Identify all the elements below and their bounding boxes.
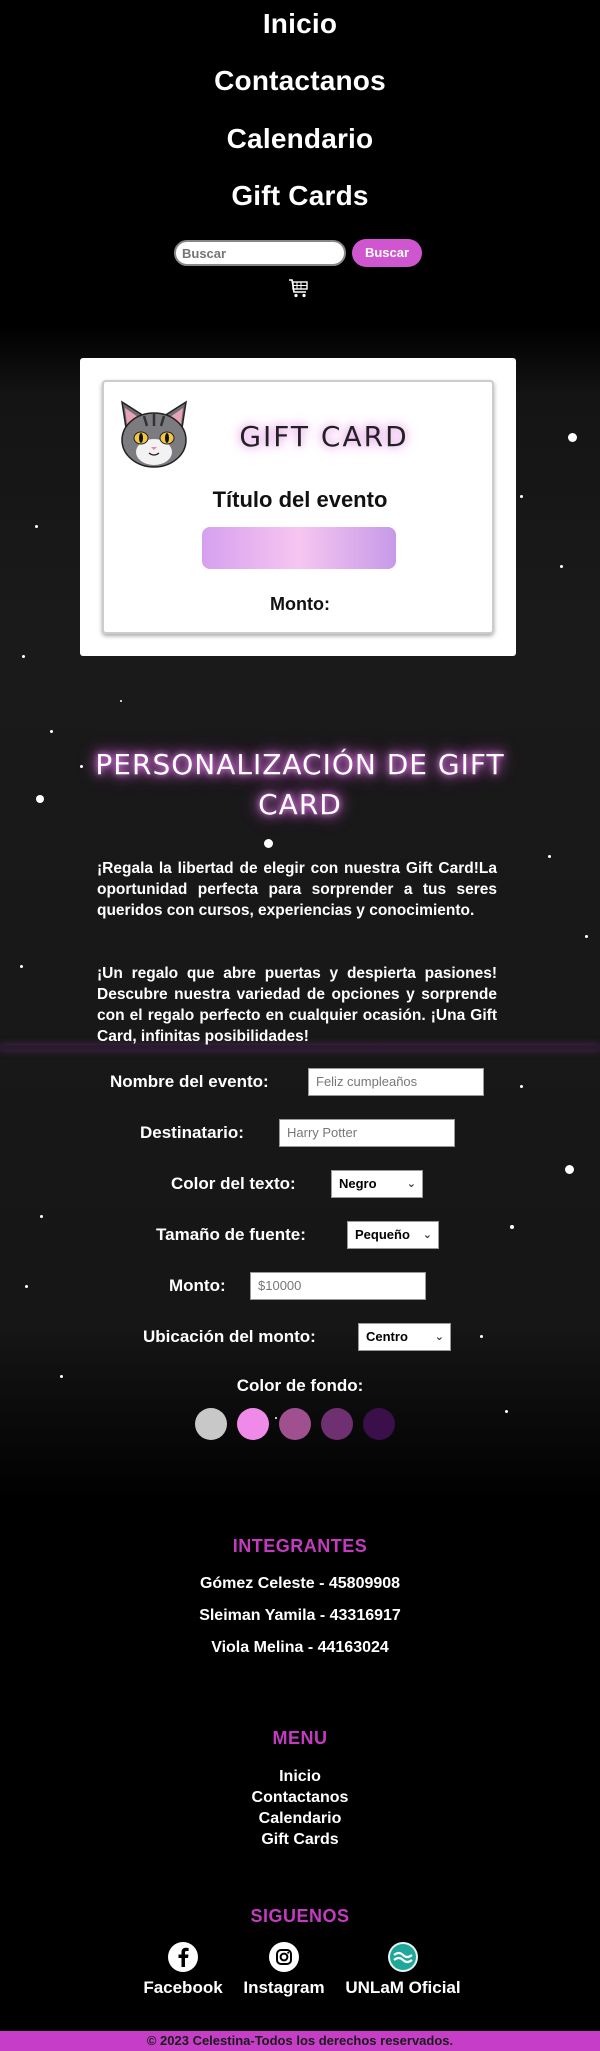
shopping-cart-icon[interactable]	[287, 276, 311, 300]
star	[80, 765, 83, 768]
star	[520, 495, 523, 498]
star	[505, 1410, 508, 1413]
social-instagram[interactable]: Instagram	[238, 1942, 330, 1998]
text-color-select[interactable]: Negro ⌄	[331, 1170, 423, 1198]
instagram-label: Instagram	[243, 1978, 325, 1997]
form-row-recipient: Destinatario: Harry Potter	[0, 1119, 600, 1149]
personalization-title: PERSONALIZACIÓN DE GIFT CARD	[95, 748, 505, 821]
font-size-value: Pequeño	[355, 1227, 410, 1242]
chevron-down-icon: ⌄	[406, 1178, 416, 1190]
gift-card-preview: GIFT CARD Título del evento Monto:	[102, 380, 494, 634]
intro-paragraph-1: ¡Regala la libertad de elegir con nuestr…	[97, 860, 497, 919]
background-color-label: Color de fondo:	[236, 1376, 364, 1395]
form-row-text-color: Color del texto: Negro ⌄	[0, 1170, 600, 1200]
intro-paragraph-2: ¡Un regalo que abre puertas y despierta …	[97, 965, 497, 1045]
facebook-label: Facebook	[143, 1978, 223, 1997]
footer-link-calendario[interactable]: Calendario	[0, 1810, 600, 1828]
form-row-amount-position: Ubicación del monto: Centro ⌄	[0, 1323, 600, 1353]
star	[120, 700, 122, 702]
amount-position-select[interactable]: Centro ⌄	[358, 1323, 451, 1351]
recipient-label: Destinatario:	[140, 1123, 244, 1142]
star	[548, 855, 551, 858]
swatch-grey[interactable]	[195, 1408, 227, 1440]
instagram-icon	[269, 1942, 299, 1972]
nav-link-calendario[interactable]: Calendario	[0, 123, 600, 155]
font-size-label: Tamaño de fuente:	[156, 1225, 306, 1244]
menu-title: MENU	[272, 1728, 328, 1748]
nav-link-inicio[interactable]: Inicio	[0, 8, 600, 40]
star	[35, 525, 38, 528]
members-title: INTEGRANTES	[232, 1536, 368, 1556]
search-input[interactable]	[174, 240, 346, 266]
star	[560, 565, 563, 568]
amount-position-label: Ubicación del monto:	[143, 1327, 316, 1346]
copyright-bar: © 2023 Celestina-Todos los derechos rese…	[0, 2031, 600, 2051]
form-row-event-name: Nombre del evento: Feliz cumpleaños	[0, 1068, 600, 1098]
star	[50, 730, 53, 733]
amount-label-preview: Monto:	[270, 594, 330, 614]
event-name-label: Nombre del evento:	[110, 1072, 269, 1091]
amount-input[interactable]: $10000	[250, 1272, 426, 1300]
swatch-dark-purple[interactable]	[363, 1408, 395, 1440]
member-item: Gómez Celeste - 45809908	[199, 1575, 401, 1592]
event-name-input[interactable]: Feliz cumpleaños	[308, 1068, 484, 1096]
social-unlam[interactable]: UNLaM Oficial	[344, 1942, 462, 1998]
event-title-preview: Título del evento	[212, 487, 388, 512]
swatch-pink[interactable]	[237, 1408, 269, 1440]
footer-link-inicio[interactable]: Inicio	[0, 1768, 600, 1786]
gift-card-preview-container: GIFT CARD Título del evento Monto:	[80, 358, 516, 656]
facebook-icon	[168, 1942, 198, 1972]
form-row-amount: Monto: $10000	[0, 1272, 600, 1302]
star	[20, 965, 23, 968]
star	[585, 935, 588, 938]
recipient-bar	[202, 527, 396, 569]
chevron-down-icon: ⌄	[434, 1331, 444, 1343]
unlam-label: UNLaM Oficial	[345, 1978, 461, 1997]
footer-link-gift-cards[interactable]: Gift Cards	[0, 1831, 600, 1849]
star	[22, 655, 25, 658]
nav-link-contactanos[interactable]: Contactanos	[0, 65, 600, 97]
star	[40, 1215, 43, 1218]
star	[275, 1417, 277, 1419]
star	[568, 433, 577, 442]
member-item: Sleiman Yamila - 43316917	[199, 1607, 401, 1624]
swatch-plum[interactable]	[321, 1408, 353, 1440]
star	[36, 795, 44, 803]
form-row-font-size: Tamaño de fuente: Pequeño ⌄	[0, 1221, 600, 1251]
text-color-label: Color del texto:	[171, 1174, 296, 1193]
font-size-select[interactable]: Pequeño ⌄	[347, 1221, 439, 1249]
follow-title: SIGUENOS	[250, 1906, 350, 1926]
amount-label: Monto:	[169, 1276, 226, 1295]
recipient-input[interactable]: Harry Potter	[279, 1119, 455, 1147]
chevron-down-icon: ⌄	[422, 1229, 432, 1241]
footer-link-contactanos[interactable]: Contactanos	[0, 1789, 600, 1807]
social-facebook[interactable]: Facebook	[142, 1942, 224, 1998]
gift-card-title: GIFT CARD	[239, 420, 409, 453]
nav-link-gift-cards[interactable]: Gift Cards	[0, 180, 600, 212]
site-header: Inicio Contactanos Calendario Gift Cards…	[0, 0, 600, 325]
star	[264, 839, 273, 848]
cat-avatar-icon	[121, 400, 187, 468]
amount-position-value: Centro	[366, 1329, 408, 1344]
member-item: Viola Melina - 44163024	[211, 1639, 389, 1656]
swatch-mauve[interactable]	[279, 1408, 311, 1440]
search-button[interactable]: Buscar	[352, 239, 422, 267]
unlam-icon	[388, 1942, 418, 1972]
text-color-value: Negro	[339, 1176, 377, 1191]
